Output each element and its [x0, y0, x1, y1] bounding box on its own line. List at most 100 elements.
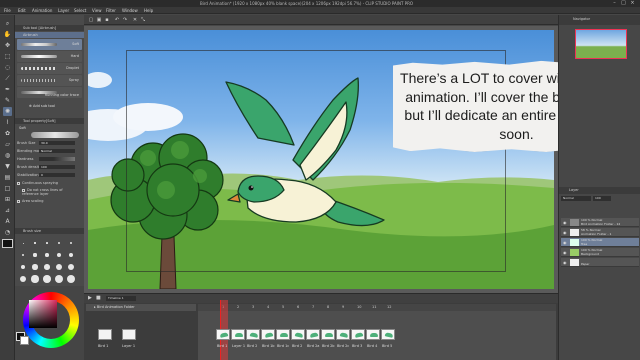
menu-edit[interactable]: Edit [18, 7, 26, 14]
figure-tool-icon[interactable]: □ [3, 184, 12, 193]
brush-size-preset[interactable] [32, 264, 38, 270]
brush-spray[interactable]: Spray [17, 75, 82, 86]
eye-icon[interactable]: ◉ [563, 240, 567, 245]
brush-size-preset[interactable] [58, 242, 60, 244]
animation-cel[interactable] [261, 329, 275, 340]
brush-hard[interactable]: Hard [17, 51, 82, 62]
brush-size-value[interactable]: 30.0 [39, 141, 75, 145]
blending-mode-select[interactable]: Normal [39, 149, 75, 153]
redo-icon[interactable]: ↷ [122, 17, 128, 23]
animation-cel[interactable] [291, 329, 305, 340]
save-icon[interactable]: ▪ [104, 17, 110, 23]
maximize-icon[interactable]: □ [621, 1, 626, 6]
pen-tool-icon[interactable]: ✒ [3, 85, 12, 94]
layer-row[interactable]: ◉ 100 % Normal Bird Animation Folder - 1… [561, 218, 639, 227]
track-name[interactable]: ▸ Bird Animation Folder [86, 304, 196, 311]
frame-ruler[interactable]: 123456789101112 [198, 304, 556, 311]
saturation-value-square[interactable] [29, 300, 57, 328]
text-tool-icon[interactable]: A [3, 217, 12, 226]
hardness-row[interactable]: Hardness [17, 156, 82, 162]
sub-tool-group[interactable]: Airbrush [15, 32, 84, 38]
reference-layer-check[interactable]: Do not cross lines of reference layer [17, 188, 77, 197]
area-scaling-check[interactable]: Area scaling [17, 198, 82, 204]
new-file-icon[interactable]: ▢ [88, 17, 94, 23]
animation-cel[interactable] [381, 329, 395, 340]
main-color-swatch[interactable] [2, 239, 13, 248]
brush-size-preset[interactable] [67, 263, 75, 271]
gradient-tool-icon[interactable]: ▤ [3, 173, 12, 182]
fill-tool-icon[interactable]: ▼ [3, 162, 12, 171]
open-icon[interactable]: ▣ [96, 17, 102, 23]
brush-size-preset[interactable] [33, 253, 37, 257]
brush-droplet[interactable]: Droplet [17, 63, 82, 74]
layer-opacity-value[interactable]: 100 [593, 196, 611, 201]
zoom-tool-icon[interactable]: ⌕ [3, 19, 12, 28]
layer-row[interactable]: ◉ 58 % Normal Animation Folder - 1 [561, 228, 639, 237]
undo-icon[interactable]: ↶ [114, 17, 120, 23]
brush-size-preset[interactable] [57, 253, 61, 257]
brush-size-preset[interactable] [46, 242, 48, 244]
hardness-slider[interactable] [39, 157, 75, 161]
pencil-tool-icon[interactable]: ✎ [3, 96, 12, 105]
timeline-select[interactable]: Timeline 1 [106, 296, 136, 301]
brush-size-preset[interactable] [34, 242, 36, 244]
brush-size-row[interactable]: Brush Size 30.0 [17, 140, 82, 146]
menu-animation[interactable]: Animation [32, 7, 52, 14]
blend-tool-icon[interactable]: ◍ [3, 151, 12, 160]
layer-row[interactable]: ◉ 100 % Normal Background [561, 248, 639, 257]
brush-density-row[interactable]: Brush density 100 [17, 164, 82, 170]
navigator-preview[interactable] [575, 29, 627, 59]
brush-size-preset[interactable] [43, 275, 51, 283]
hand-tool-icon[interactable]: ✋ [3, 30, 12, 39]
animation-cel[interactable] [246, 329, 260, 340]
track-cel-thumbnail[interactable] [122, 329, 136, 340]
brush-size-preset[interactable] [20, 264, 26, 270]
brush-running-color-trace[interactable]: Running color trace [17, 87, 82, 98]
animation-cel[interactable] [306, 329, 320, 340]
play-icon[interactable]: ▶ [88, 295, 92, 301]
menu-file[interactable]: File [4, 7, 11, 14]
airbrush-tool-icon[interactable]: ✺ [3, 107, 12, 116]
brush-tool-icon[interactable]: ⌇ [3, 118, 12, 127]
animation-cel[interactable] [366, 329, 380, 340]
menu-filter[interactable]: Filter [106, 7, 116, 14]
balloon-tool-icon[interactable]: ◔ [3, 228, 12, 237]
track-cel-thumbnail[interactable] [98, 329, 112, 340]
transform-icon[interactable]: ⤡ [140, 17, 146, 23]
lasso-tool-icon[interactable]: ◌ [3, 63, 12, 72]
eraser-tool-icon[interactable]: ▱ [3, 140, 12, 149]
brush-size-preset[interactable] [55, 275, 63, 283]
selection-tool-icon[interactable]: ⬚ [3, 52, 12, 61]
eyedropper-tool-icon[interactable]: ⟋ [3, 74, 12, 83]
sub-color-swatch[interactable] [20, 336, 29, 345]
frame-tool-icon[interactable]: ⊞ [3, 195, 12, 204]
stabilization-row[interactable]: Stabilization 0 [17, 172, 82, 178]
layer-row-selected[interactable]: ◉ 100 % Normal Tree [561, 238, 639, 247]
menu-select[interactable]: Select [74, 7, 86, 14]
brush-size-preset[interactable] [68, 252, 74, 258]
brush-soft[interactable]: Soft [17, 39, 82, 50]
menu-help[interactable]: Help [144, 7, 153, 14]
clear-icon[interactable]: ✕ [132, 17, 138, 23]
brush-size-preset[interactable] [21, 253, 25, 257]
close-icon[interactable]: × [630, 1, 635, 6]
brush-size-preset[interactable] [66, 274, 76, 284]
animation-cel[interactable] [351, 329, 365, 340]
move-tool-icon[interactable]: ✥ [3, 41, 12, 50]
brush-size-preset[interactable] [69, 241, 73, 245]
eye-icon[interactable]: ◉ [563, 260, 567, 265]
brush-size-preset[interactable] [19, 275, 27, 283]
menu-window[interactable]: Window [122, 7, 138, 14]
eye-icon[interactable]: ◉ [563, 220, 567, 225]
brush-density-value[interactable]: 100 [39, 165, 75, 169]
animation-cel[interactable] [216, 329, 230, 340]
stop-icon[interactable]: ■ [96, 295, 101, 301]
animation-cel[interactable] [321, 329, 335, 340]
menu-layer[interactable]: Layer [58, 7, 69, 14]
layer-blend-mode-select[interactable]: Normal [561, 196, 591, 201]
blending-mode-row[interactable]: Blending mode Normal [17, 148, 82, 154]
animation-cel[interactable] [276, 329, 290, 340]
decoration-tool-icon[interactable]: ✿ [3, 129, 12, 138]
animation-cel[interactable] [336, 329, 350, 340]
brush-size-preset[interactable] [22, 242, 24, 244]
